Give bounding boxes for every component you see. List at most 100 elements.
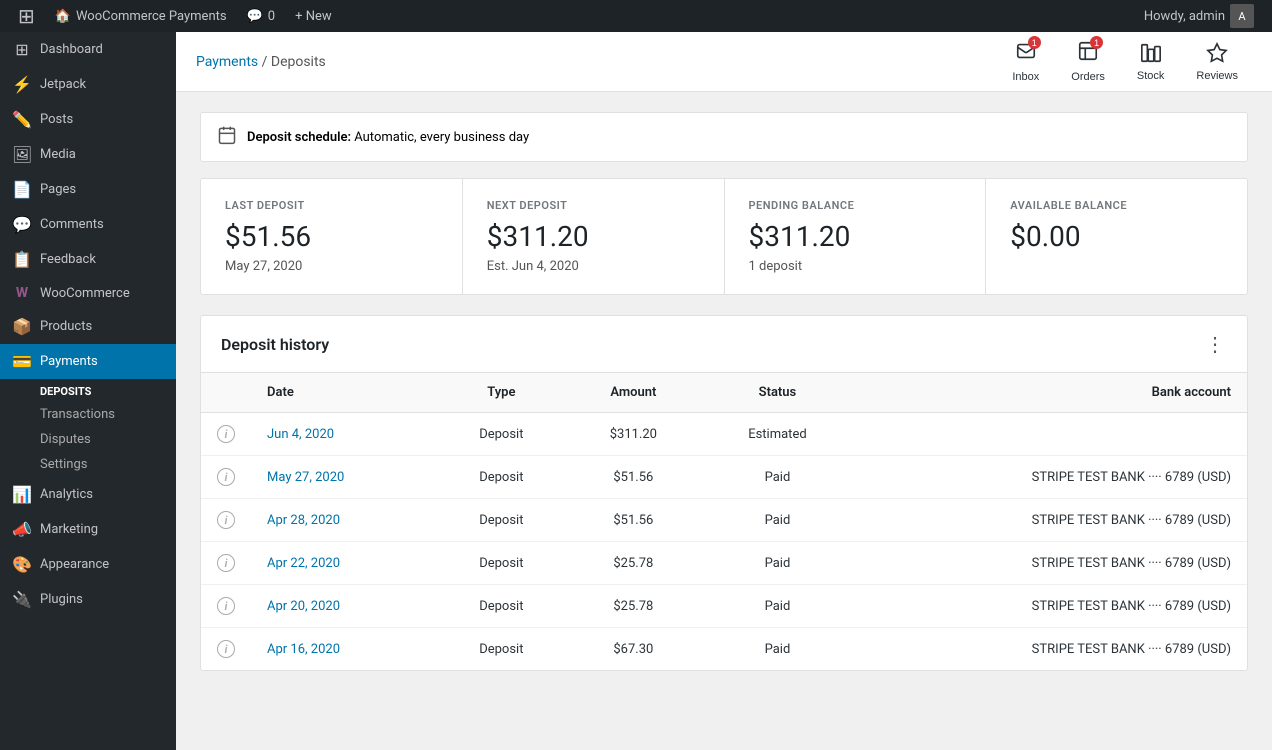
sidebar-item-pages[interactable]: 📄 Pages (0, 172, 176, 207)
media-icon: 🖼 (12, 145, 32, 164)
breadcrumb-current: Deposits (271, 54, 326, 70)
comments-icon: 💬 (247, 9, 263, 24)
site-name-button[interactable]: 🏠 WooCommerce Payments (45, 0, 237, 32)
orders-icon: 1 (1077, 40, 1099, 68)
row-bank: STRIPE TEST BANK ···· 6789 (USD) (854, 499, 1247, 542)
date-link[interactable]: Jun 4, 2020 (267, 427, 334, 442)
row-type: Deposit (437, 628, 566, 671)
row-type: Deposit (437, 585, 566, 628)
row-date: Apr 20, 2020 (251, 585, 437, 628)
sidebar-item-appearance[interactable]: 🎨 Appearance (0, 547, 176, 582)
stock-button[interactable]: Stock (1123, 36, 1179, 88)
stats-row: LAST DEPOSIT $51.56 May 27, 2020 NEXT DE… (200, 178, 1248, 295)
row-info-icon[interactable]: i (201, 499, 251, 542)
next-deposit-sub: Est. Jun 4, 2020 (487, 259, 700, 274)
schedule-label: Deposit schedule: (247, 130, 351, 145)
sidebar-item-media[interactable]: 🖼 Media (0, 137, 176, 172)
posts-icon: ✏️ (12, 110, 32, 129)
sidebar-label-plugins: Plugins (40, 592, 83, 607)
sidebar-label-products: Products (40, 319, 92, 334)
row-info-icon[interactable]: i (201, 456, 251, 499)
date-link[interactable]: Apr 16, 2020 (267, 642, 340, 657)
sidebar-label-comments: Comments (40, 217, 104, 232)
wp-logo-button[interactable]: ⊞ (8, 0, 45, 32)
col-date: Date (251, 373, 437, 413)
sidebar-sub-settings[interactable]: Settings (0, 452, 176, 477)
col-bank: Bank account (854, 373, 1247, 413)
stat-card-last-deposit: LAST DEPOSIT $51.56 May 27, 2020 (201, 179, 463, 294)
row-bank (854, 413, 1247, 456)
sidebar-item-dashboard[interactable]: ⊞ Dashboard (0, 32, 176, 67)
reviews-icon (1206, 42, 1228, 67)
sidebar-item-posts[interactable]: ✏️ Posts (0, 102, 176, 137)
row-amount: $67.30 (566, 628, 701, 671)
sidebar-item-plugins[interactable]: 🔌 Plugins (0, 582, 176, 617)
row-type: Deposit (437, 413, 566, 456)
orders-button[interactable]: 1 Orders (1057, 34, 1119, 89)
date-link[interactable]: Apr 22, 2020 (267, 556, 340, 571)
sidebar-label-analytics: Analytics (40, 487, 93, 502)
row-status: Paid (701, 499, 855, 542)
row-bank: STRIPE TEST BANK ···· 6789 (USD) (854, 542, 1247, 585)
new-content-button[interactable]: + New (285, 0, 342, 32)
row-info-icon[interactable]: i (201, 542, 251, 585)
more-options-button[interactable]: ⋮ (1205, 332, 1227, 356)
row-date: May 27, 2020 (251, 456, 437, 499)
table-header-row: Date Type Amount Status Bank account (201, 373, 1247, 413)
dashboard-icon: ⊞ (12, 40, 32, 59)
inbox-badge: 1 (1028, 36, 1041, 49)
page-content: Deposit schedule: Automatic, every busin… (176, 92, 1272, 691)
pending-balance-label: PENDING BALANCE (749, 199, 962, 212)
reviews-button[interactable]: Reviews (1182, 36, 1252, 88)
house-icon: 🏠 (55, 9, 71, 24)
howdy-button[interactable]: Howdy, admin A (1134, 0, 1264, 32)
date-link[interactable]: May 27, 2020 (267, 470, 344, 485)
row-status: Estimated (701, 413, 855, 456)
breadcrumb-parent-link[interactable]: Payments (196, 54, 258, 70)
date-link[interactable]: Apr 20, 2020 (267, 599, 340, 614)
row-info-icon[interactable]: i (201, 628, 251, 671)
calendar-icon (217, 125, 237, 149)
sidebar-label-posts: Posts (40, 112, 73, 127)
sidebar-item-comments[interactable]: 💬 Comments (0, 207, 176, 242)
sidebar-sub-disputes[interactable]: Disputes (0, 427, 176, 452)
feedback-icon: 📋 (12, 250, 32, 269)
row-amount: $25.78 (566, 585, 701, 628)
row-type: Deposit (437, 456, 566, 499)
sidebar-item-woocommerce[interactable]: W WooCommerce (0, 277, 176, 309)
pages-icon: 📄 (12, 180, 32, 199)
stat-card-available-balance: AVAILABLE BALANCE $0.00 (986, 179, 1247, 294)
available-balance-value: $0.00 (1010, 220, 1223, 253)
sidebar-label-woocommerce: WooCommerce (40, 286, 130, 301)
row-date: Apr 22, 2020 (251, 542, 437, 585)
sidebar-sub-transactions[interactable]: Transactions (0, 402, 176, 427)
new-label: + New (295, 9, 332, 24)
pending-balance-value: $311.20 (749, 220, 962, 253)
sidebar-item-payments[interactable]: 💳 Payments (0, 344, 176, 379)
comments-button[interactable]: 💬 0 (237, 0, 286, 32)
sidebar-item-jetpack[interactable]: ⚡ Jetpack (0, 67, 176, 102)
table-row: i Apr 28, 2020 Deposit $51.56 Paid STRIP… (201, 499, 1247, 542)
inbox-button[interactable]: 1 Inbox (998, 34, 1053, 89)
row-status: Paid (701, 628, 855, 671)
sidebar-label-feedback: Feedback (40, 252, 96, 267)
sidebar-label-jetpack: Jetpack (40, 77, 86, 92)
table-row: i Apr 20, 2020 Deposit $25.78 Paid STRIP… (201, 585, 1247, 628)
sidebar-item-products[interactable]: 📦 Products (0, 309, 176, 344)
sidebar-item-marketing[interactable]: 📣 Marketing (0, 512, 176, 547)
row-bank: STRIPE TEST BANK ···· 6789 (USD) (854, 585, 1247, 628)
stock-label: Stock (1137, 70, 1165, 82)
sidebar-item-feedback[interactable]: 📋 Feedback (0, 242, 176, 277)
sidebar-label-dashboard: Dashboard (40, 42, 103, 57)
row-amount: $311.20 (566, 413, 701, 456)
row-type: Deposit (437, 499, 566, 542)
available-balance-label: AVAILABLE BALANCE (1010, 199, 1223, 212)
breadcrumb-separator: / (262, 54, 271, 70)
sidebar-deposits-label[interactable]: Deposits (0, 379, 176, 402)
deposit-schedule-bar: Deposit schedule: Automatic, every busin… (200, 112, 1248, 162)
sidebar-item-analytics[interactable]: 📊 Analytics (0, 477, 176, 512)
row-info-icon[interactable]: i (201, 585, 251, 628)
date-link[interactable]: Apr 28, 2020 (267, 513, 340, 528)
row-info-icon[interactable]: i (201, 413, 251, 456)
comments-sidebar-icon: 💬 (12, 215, 32, 234)
